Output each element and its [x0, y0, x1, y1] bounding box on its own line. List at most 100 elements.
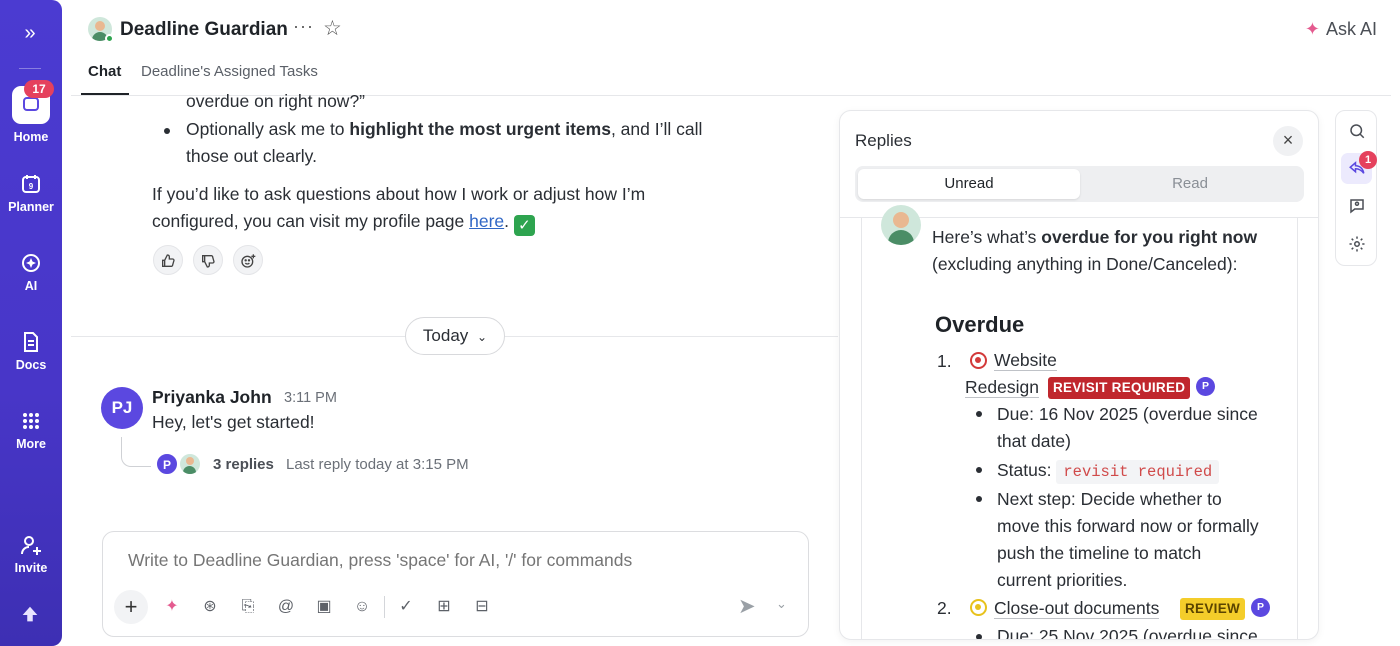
ai-sparkle-icon: ✦ — [1304, 19, 1320, 39]
section-heading: Overdue — [935, 312, 1025, 337]
gif-icon[interactable]: ⊟ — [471, 596, 493, 618]
message-timestamp: 3:11 PM — [284, 390, 337, 406]
invite-icon — [21, 536, 41, 555]
more-options-icon[interactable]: ··· — [293, 16, 314, 37]
task-name[interactable]: Close-out documents — [994, 595, 1160, 622]
docs-icon — [24, 332, 38, 352]
upgrade-icon[interactable] — [19, 604, 41, 626]
rail-item-ai[interactable]: AI — [0, 251, 62, 293]
rail-item-label: Planner — [8, 200, 54, 214]
tab-assigned-tasks[interactable]: Deadline's Assigned Tasks — [141, 63, 318, 80]
task-name[interactable]: Redesign — [965, 374, 1039, 401]
thumbs-up-button[interactable] — [153, 245, 183, 275]
profile-link[interactable]: here — [469, 211, 504, 231]
task-check-icon[interactable]: ✓ — [395, 596, 417, 618]
status-icon — [970, 599, 987, 616]
thumbs-down-button[interactable] — [193, 245, 223, 275]
comment-icon[interactable] — [1341, 191, 1372, 222]
rail-divider — [19, 68, 41, 69]
list-bullet — [976, 496, 982, 502]
svg-text:9: 9 — [29, 182, 34, 191]
date-divider-pill[interactable]: Today ⌄ — [405, 317, 505, 355]
status-icon — [970, 352, 987, 369]
rail-item-label: Home — [13, 130, 49, 144]
message-line: If you’d like to ask questions about how… — [152, 184, 646, 204]
replies-title: Replies — [855, 131, 912, 150]
message-line: overdue on right now?” — [186, 91, 365, 111]
message-input[interactable] — [128, 550, 788, 571]
message-line: Optionally ask me to highlight the most … — [186, 119, 703, 139]
replies-panel: Replies × Unread Read Here’s what’s over… — [839, 110, 1319, 640]
list-number: 2. — [937, 598, 952, 618]
tab-read[interactable]: Read — [1079, 169, 1301, 199]
due-line: Due: 25 Nov 2025 (overdue since — [997, 626, 1258, 640]
due-line: Due: 16 Nov 2025 (overdue since — [997, 404, 1258, 424]
reply-avatar-bot — [179, 453, 201, 475]
left-rail: » Home 17 9 Planner AI Docs More Invite — [0, 0, 62, 646]
avatar[interactable]: PJ — [101, 387, 143, 429]
ai-sparkle-icon[interactable]: ✦ — [161, 596, 183, 618]
at-mention-icon[interactable]: @ — [275, 596, 297, 618]
list-bullet — [976, 467, 982, 473]
next-step-line: push the timeline to match — [997, 543, 1202, 563]
gear-icon[interactable] — [1341, 229, 1372, 260]
status-badge: REVISIT REQUIRED — [1048, 377, 1191, 399]
notification-badge: 17 — [24, 80, 54, 98]
add-reaction-button[interactable] — [233, 245, 263, 275]
mention-ai-icon[interactable]: ⊛ — [199, 596, 221, 618]
rail-item-invite[interactable]: Invite — [0, 533, 62, 575]
list-bullet — [976, 634, 982, 639]
attachment-icon[interactable]: ⎘ — [237, 596, 259, 618]
add-button[interactable]: + — [114, 590, 148, 624]
task-name[interactable]: Website — [994, 347, 1057, 374]
list-bullet — [164, 128, 170, 134]
replies-link[interactable]: 3 replies — [213, 456, 274, 473]
calendar-icon: 9 — [22, 175, 40, 193]
emoji-icon[interactable]: ☺ — [351, 596, 373, 618]
double-chevron-right-icon[interactable]: » — [18, 22, 42, 44]
ask-ai-label: Ask AI — [1325, 19, 1377, 39]
message-line: configured, you can visit my profile pag… — [152, 208, 535, 236]
utility-toolbar: 1 — [1335, 110, 1377, 266]
online-status-indicator — [105, 34, 114, 43]
list-number: 1. — [937, 351, 952, 371]
due-line: that date) — [997, 431, 1071, 451]
status-badge: REVIEW — [1180, 598, 1246, 620]
grid-icon — [23, 413, 39, 429]
date-divider-label: Today — [422, 326, 469, 345]
tab-unread[interactable]: Unread — [858, 169, 1080, 199]
doc-icon[interactable]: ⊞ — [433, 596, 455, 618]
list-bullet — [976, 411, 982, 417]
page-title: Deadline Guardian — [120, 19, 288, 40]
thumbs-down-icon — [202, 255, 215, 268]
chat-header: Deadline Guardian ··· ☆ ✦ Ask AI Chat Dea… — [71, 0, 1391, 96]
rail-item-label: More — [16, 437, 46, 451]
rail-item-label: Invite — [14, 561, 48, 575]
star-icon[interactable]: ☆ — [323, 16, 342, 41]
next-step-line: Next step: Decide whether to — [997, 489, 1222, 509]
ai-icon — [22, 254, 40, 272]
clip-icon[interactable]: ▣ — [313, 596, 335, 618]
chat-area: overdue on right now?” Optionally ask me… — [71, 91, 838, 646]
rail-item-more[interactable]: More — [0, 409, 62, 451]
rail-item-label: AI — [24, 279, 38, 293]
ask-ai-button[interactable]: ✦ Ask AI — [1305, 19, 1377, 40]
close-icon[interactable]: × — [1273, 126, 1303, 156]
message-composer: + ✦ ⊛ ⎘ @ ▣ ☺ ✓ ⊞ ⊟ ➤ ⌄ — [102, 531, 809, 637]
next-step-line: move this forward now or formally — [997, 516, 1259, 536]
rail-item-docs[interactable]: Docs — [0, 330, 62, 372]
chevron-down-icon[interactable]: ⌄ — [776, 596, 787, 612]
message-author[interactable]: Priyanka John — [152, 387, 272, 408]
reply-intro: (excluding anything in Done/Canceled): — [932, 254, 1238, 274]
reply-intro: Here’s what’s overdue for you right now — [932, 227, 1258, 247]
rail-item-planner[interactable]: 9 Planner — [0, 172, 62, 214]
thread-connector — [121, 437, 151, 467]
assignee-avatar[interactable]: P — [1251, 598, 1270, 617]
add-emoji-icon — [241, 254, 256, 268]
replies-tabs: Unread Read — [855, 166, 1304, 202]
assignee-avatar[interactable]: P — [1196, 377, 1215, 396]
tab-chat[interactable]: Chat — [88, 63, 121, 80]
bot-avatar — [881, 205, 921, 245]
search-icon[interactable] — [1341, 116, 1372, 147]
send-icon[interactable]: ➤ — [738, 594, 756, 619]
